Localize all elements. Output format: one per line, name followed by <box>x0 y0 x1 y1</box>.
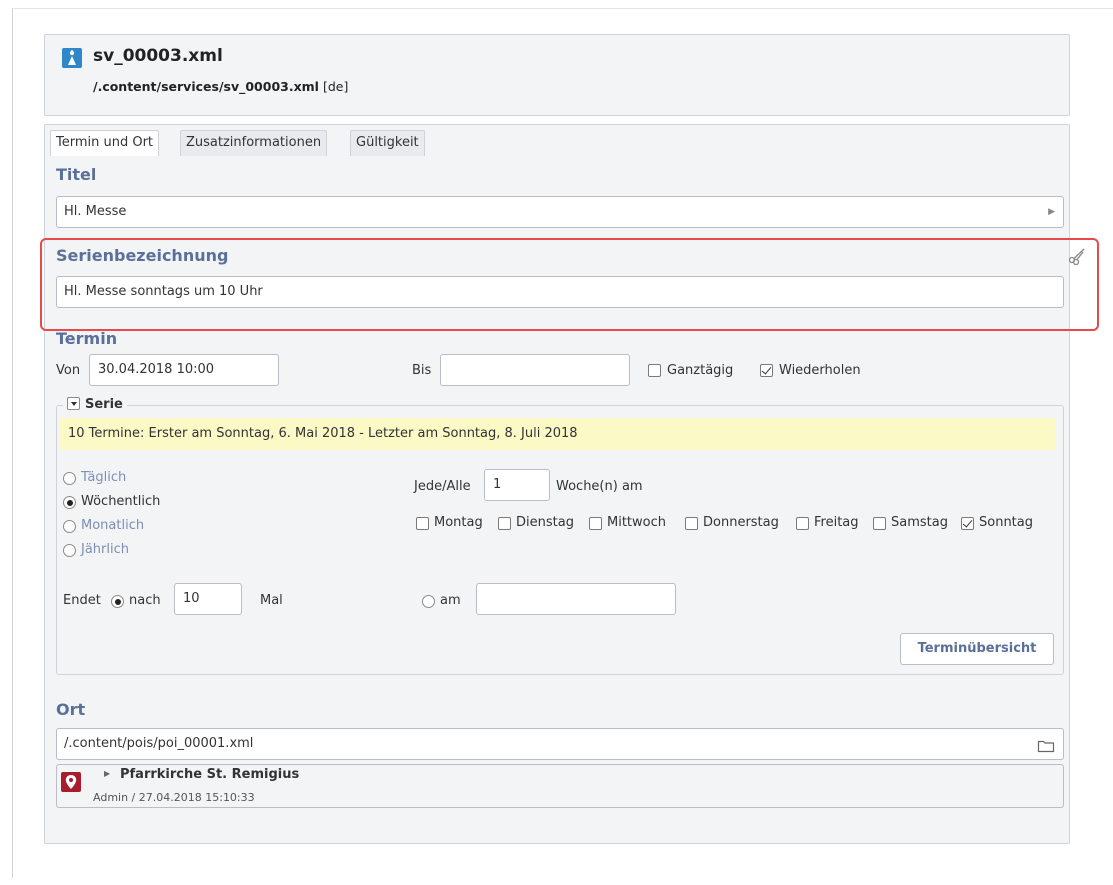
mal-label: Mal <box>260 593 283 608</box>
jede-input[interactable]: 1 <box>484 469 550 501</box>
jede-label: Jede/Alle <box>414 479 471 494</box>
am-date-input[interactable] <box>476 583 676 615</box>
termin-label: Termin <box>56 329 118 348</box>
nach-input[interactable]: 10 <box>174 583 242 615</box>
ort-label: Ort <box>56 700 86 719</box>
day-mittwoch-label: Mittwoch <box>607 515 666 530</box>
file-path: /.content/services/sv_00003.xml [de] <box>93 79 348 94</box>
tab-gueltigkeit[interactable]: Gültigkeit <box>350 130 425 156</box>
titel-label: Titel <box>56 165 97 184</box>
file-path-text: /.content/services/sv_00003.xml <box>93 79 319 94</box>
ort-path-value: /.content/pois/poi_00001.xml <box>64 736 254 751</box>
poi-meta: Admin / 27.04.2018 15:10:33 <box>93 791 255 804</box>
day-samstag-label: Samstag <box>891 515 948 530</box>
file-title: sv_00003.xml <box>93 46 223 66</box>
von-label: Von <box>56 363 81 378</box>
tab-termin-und-ort[interactable]: Termin und Ort <box>50 130 160 156</box>
ganztaegig-label: Ganztägig <box>667 363 734 378</box>
day-freitag-checkbox[interactable] <box>796 517 809 530</box>
terminuebersicht-button[interactable]: Terminübersicht <box>900 633 1054 665</box>
serie-legend[interactable]: Serie <box>63 396 127 414</box>
pattern-taeglich-radio[interactable] <box>63 472 76 485</box>
day-mittwoch-checkbox[interactable] <box>589 517 602 530</box>
pattern-jaehrlich-radio[interactable] <box>63 544 76 557</box>
day-samstag-checkbox[interactable] <box>873 517 886 530</box>
bis-input[interactable] <box>440 354 630 386</box>
day-sonntag-checkbox[interactable] <box>961 517 974 530</box>
day-montag-label: Montag <box>434 515 483 530</box>
woche-label: Woche(n) am <box>556 479 643 494</box>
highlight-frame <box>40 238 1099 331</box>
titel-value: Hl. Messe <box>64 204 127 219</box>
pattern-monatlich-label: Monatlich <box>81 518 145 533</box>
serie-label: Serie <box>85 397 123 412</box>
pattern-woechentlich-label: Wöchentlich <box>81 494 161 509</box>
poi-title: Pfarrkirche St. Remigius <box>120 767 300 782</box>
day-sonntag-label: Sonntag <box>979 515 1033 530</box>
day-dienstag-label: Dienstag <box>516 515 574 530</box>
day-donnerstag-label: Donnerstag <box>703 515 779 530</box>
day-freitag-label: Freitag <box>814 515 859 530</box>
von-input[interactable]: 30.04.2018 10:00 <box>89 354 279 386</box>
pattern-taeglich-label: Täglich <box>81 470 127 485</box>
wiederholen-label: Wiederholen <box>779 363 861 378</box>
file-locale: [de] <box>322 79 349 94</box>
service-icon <box>62 48 82 68</box>
day-dienstag-checkbox[interactable] <box>498 517 511 530</box>
day-montag-checkbox[interactable] <box>416 517 429 530</box>
expand-arrow-icon[interactable]: ▶ <box>1048 197 1055 227</box>
wiederholen-checkbox[interactable] <box>760 364 773 377</box>
ganztaegig-checkbox[interactable] <box>648 364 661 377</box>
endet-label: Endet <box>63 593 101 608</box>
pattern-woechentlich-radio[interactable] <box>63 496 76 509</box>
pattern-jaehrlich-label: Jährlich <box>81 542 129 557</box>
ort-path-field[interactable]: /.content/pois/poi_00001.xml <box>56 728 1064 760</box>
collapse-toggle-icon[interactable] <box>67 397 80 410</box>
pattern-monatlich-radio[interactable] <box>63 520 76 533</box>
expand-triangle-icon[interactable]: ▶ <box>104 769 110 778</box>
am-label: am <box>440 593 461 608</box>
endet-nach-radio[interactable] <box>111 595 124 608</box>
map-pin-icon <box>61 772 81 792</box>
serie-info-bar: 10 Termine: Erster am Sonntag, 6. Mai 20… <box>60 418 1056 450</box>
endet-am-radio[interactable] <box>422 595 435 608</box>
titel-field[interactable]: Hl. Messe ▶ <box>56 196 1064 228</box>
nach-label: nach <box>129 593 161 608</box>
bis-label: Bis <box>412 363 432 378</box>
day-donnerstag-checkbox[interactable] <box>685 517 698 530</box>
tab-zusatzinformationen[interactable]: Zusatzinformationen <box>180 130 328 156</box>
folder-icon[interactable] <box>1037 736 1055 753</box>
